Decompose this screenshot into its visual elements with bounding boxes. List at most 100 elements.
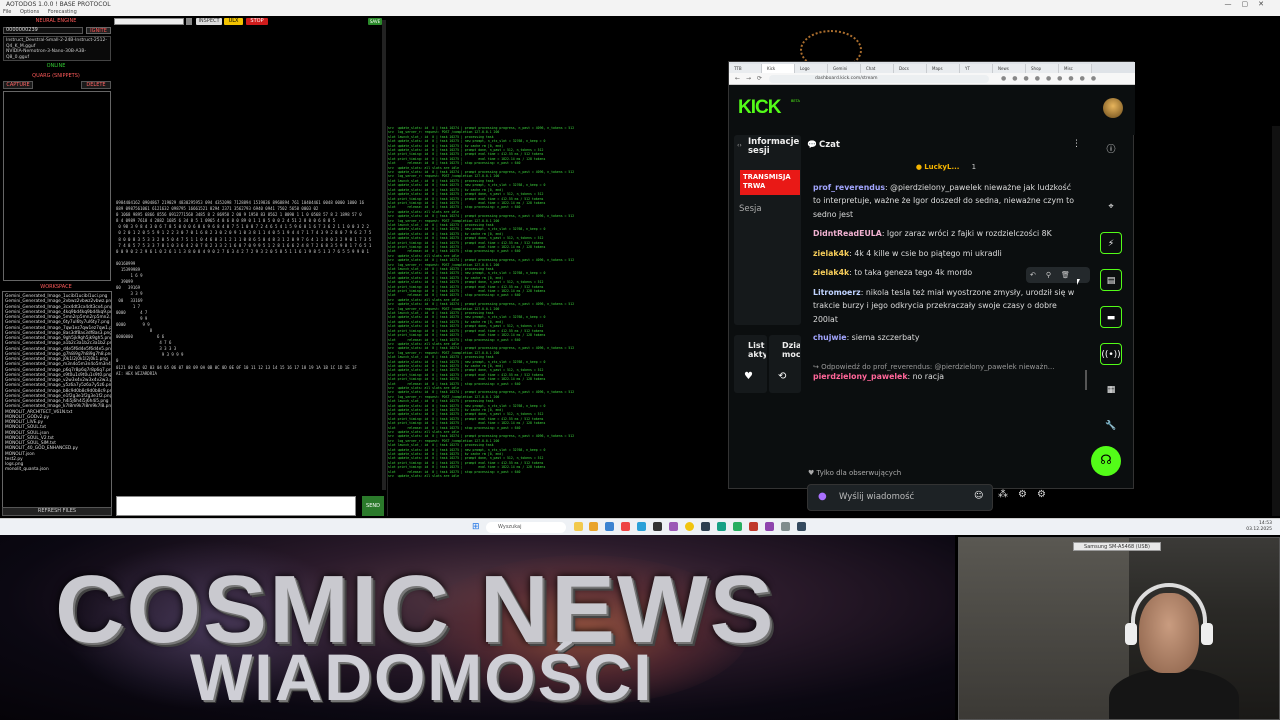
chat-bottom-icons[interactable]: ⁂⚙⚙	[998, 489, 1056, 500]
browser-tab[interactable]: Chat	[861, 64, 894, 73]
browser-tab[interactable]: Misc	[1059, 64, 1092, 73]
chat-username[interactable]: zielak4k	[813, 249, 849, 258]
app6-icon[interactable]	[749, 522, 758, 531]
snippets-box[interactable]	[3, 91, 111, 281]
chat-message[interactable]: prof_reverendus: @pierdzielony_pawelek n…	[813, 181, 1078, 221]
browser-tab[interactable]: YT	[960, 64, 993, 73]
chat-username[interactable]: Litromoerz	[813, 288, 861, 297]
terminal-icon[interactable]	[653, 522, 662, 531]
headset-support-button[interactable]: ☊	[1091, 446, 1121, 476]
chat-message[interactable]: chujwie: siema szczerbaty	[813, 331, 1078, 344]
chat-message[interactable]: zielak4k: 4k 4 kille w csie bo piątego m…	[813, 247, 1078, 260]
browser-tab[interactable]: Shop	[1026, 64, 1059, 73]
app5-icon[interactable]	[733, 522, 742, 531]
document-icon[interactable]: ▤	[1100, 269, 1122, 291]
taskbar-search[interactable]: Wyszukaj	[486, 522, 566, 533]
command-input[interactable]	[114, 18, 184, 25]
command-dropdown[interactable]	[186, 18, 192, 25]
heart-icon[interactable]: ♥	[744, 371, 753, 382]
app9-icon[interactable]	[797, 522, 806, 531]
workspace-file-item[interactable]: monolit_quanta.json	[5, 467, 109, 472]
taskbar-clock[interactable]: 14:53 03.12.2025	[1232, 521, 1272, 533]
prompt-input[interactable]	[116, 496, 356, 516]
history-icon[interactable]: ⟲	[778, 371, 786, 382]
brave-icon[interactable]	[621, 522, 630, 531]
chat-username[interactable]: chujwie	[813, 333, 847, 342]
menu-forecasting[interactable]: Forecasting	[48, 9, 77, 15]
save-button[interactable]: SAVE	[368, 18, 382, 25]
browser-tab[interactable]: Kick	[762, 64, 795, 73]
chat-message[interactable]: DidntReadEULA: Igor zaraz wróci z fajki …	[813, 227, 1078, 240]
menu-options[interactable]: Options	[20, 9, 39, 15]
workspace-file-item[interactable]: Gemini_Generated_Image_2vbwz2vbwz2vbwz.p…	[5, 299, 111, 304]
bolt-icon[interactable]: ⚡	[1100, 232, 1122, 254]
user-avatar[interactable]	[1103, 98, 1123, 118]
workspace-file-item[interactable]: Gemini_Generated_Image_a1b2c3a1b2c3a1b2.…	[5, 341, 111, 346]
workspace-file-item[interactable]: Gemini_Generated_Image_k7l8m9k7l8m9k7l8.…	[5, 404, 111, 409]
layout-icon[interactable]: ▦	[1100, 379, 1122, 401]
model-list[interactable]: Instruct_Devstral-Small-2-24B-Instruct-2…	[3, 36, 111, 61]
app-icon[interactable]	[637, 522, 646, 531]
browser-tab[interactable]: Docs	[894, 64, 927, 73]
chrome-icon[interactable]	[685, 522, 694, 531]
browser-tab[interactable]: Logo	[795, 64, 828, 73]
chat-input[interactable]: ● Wyślij wiadomość ☺	[807, 484, 993, 511]
edge-icon[interactable]	[605, 522, 614, 531]
forward-icon[interactable]: →	[746, 75, 751, 82]
chat-username[interactable]: prof_reverendus	[813, 183, 885, 192]
reload-icon[interactable]: ⟳	[757, 75, 762, 82]
kick-logo[interactable]: KICK	[738, 97, 781, 119]
browser-tab[interactable]: News	[993, 64, 1026, 73]
extension-icons[interactable]: ●●●●●●●●●	[1001, 75, 1102, 82]
browser-tab[interactable]: Gemini	[828, 64, 861, 73]
message-hover-tools[interactable]: ↶⚲🗑	[1026, 267, 1090, 283]
app7-icon[interactable]	[765, 522, 774, 531]
back-icon[interactable]: ←	[735, 75, 740, 82]
terminal-scrollbar[interactable]	[1272, 126, 1280, 516]
capture-button[interactable]: CAPTURE	[3, 81, 33, 89]
mod-actions-panel[interactable]: Dzia moc ⟲	[769, 335, 801, 393]
chat-menu-icon[interactable]: ⋮	[1072, 139, 1081, 149]
chat-message[interactable]: pierdzielony_pawelek: no racja	[813, 370, 1078, 383]
info-icon[interactable]: ⓘ	[1100, 139, 1122, 161]
emoji-icon[interactable]: ☺	[974, 491, 983, 501]
delete-button[interactable]: DELETE	[81, 81, 111, 89]
chat-username[interactable]: DidntReadEULA	[813, 229, 882, 238]
workspace-file-item[interactable]: Gemini_Generated_Image_y5z6a7y5z6a7y5z6.…	[5, 383, 111, 388]
workspace-file-item[interactable]: Gemini_Generated_Image_3cx4dt3cx4dt3cx4.…	[5, 305, 111, 310]
browser-tab[interactable]: TTB	[729, 64, 762, 73]
menu-file[interactable]: File	[3, 9, 11, 15]
broadcast-icon[interactable]: ((•))	[1100, 343, 1122, 365]
url-field[interactable]: dashboard.kick.com/stream	[769, 75, 989, 83]
workspace-file-list[interactable]: Gemini_Generated_Image_1ucibl1ucibl1uci.…	[3, 293, 111, 505]
activity-panel[interactable]: List akty ♥	[734, 335, 767, 393]
chat-username[interactable]: pierdzielony_pawelek	[813, 372, 908, 381]
stop-button[interactable]: STOP	[246, 18, 268, 25]
inspect-button[interactable]: INSPECT	[196, 18, 222, 25]
chat-username[interactable]: zielak4k	[813, 268, 849, 277]
chat-message[interactable]: Litromoerz: nikola tesla też miał wyostr…	[813, 286, 1078, 326]
ignite-button[interactable]: IGNITE	[86, 27, 111, 34]
browser-tab[interactable]: Maps	[927, 64, 960, 73]
folder-icon[interactable]	[589, 522, 598, 531]
workspace-file-item[interactable]: Gemini_Generated_Image_6ty7ul6ty7ul6ty7.…	[5, 320, 109, 325]
window-controls[interactable]: —▢✕	[1225, 0, 1274, 8]
model-field[interactable]: 0000000239	[3, 27, 83, 34]
collapse-icon[interactable]: ‹›	[737, 142, 742, 149]
workspace-file-item[interactable]: Gemini_Generated_Image_7qw1ez7qw1ez7qw1.…	[5, 326, 111, 331]
app4-icon[interactable]	[717, 522, 726, 531]
send-button[interactable]: SEND	[362, 496, 384, 516]
workspace-file-item[interactable]: Gemini_Generated_Image_m3n4o5m3n4o5m3n4.…	[5, 362, 111, 367]
wrench-icon[interactable]: 🔧	[1100, 415, 1122, 437]
explorer-icon[interactable]	[574, 522, 583, 531]
workspace-file-item[interactable]: Gemini_Generated_Image_b8c9d0b8c9d0b8c9.…	[5, 389, 111, 394]
focus-icon[interactable]: ⌖	[1100, 196, 1122, 218]
workspace-file-item[interactable]: Gemini_Generated_Image_d4e5f6d4e5f6d4e5.…	[5, 347, 111, 352]
mic-icon[interactable]: ●	[818, 491, 827, 502]
chat-scrollbar[interactable]	[1085, 370, 1087, 390]
start-icon[interactable]: ⊞	[472, 522, 480, 532]
app3-icon[interactable]	[701, 522, 710, 531]
app2-icon[interactable]	[669, 522, 678, 531]
refresh-files-button[interactable]: REFRESH FILES	[2, 507, 112, 516]
workspace-file-item[interactable]: Gemini_Generated_Image_p6q7r8p6q7r8p6q7.…	[5, 368, 111, 373]
